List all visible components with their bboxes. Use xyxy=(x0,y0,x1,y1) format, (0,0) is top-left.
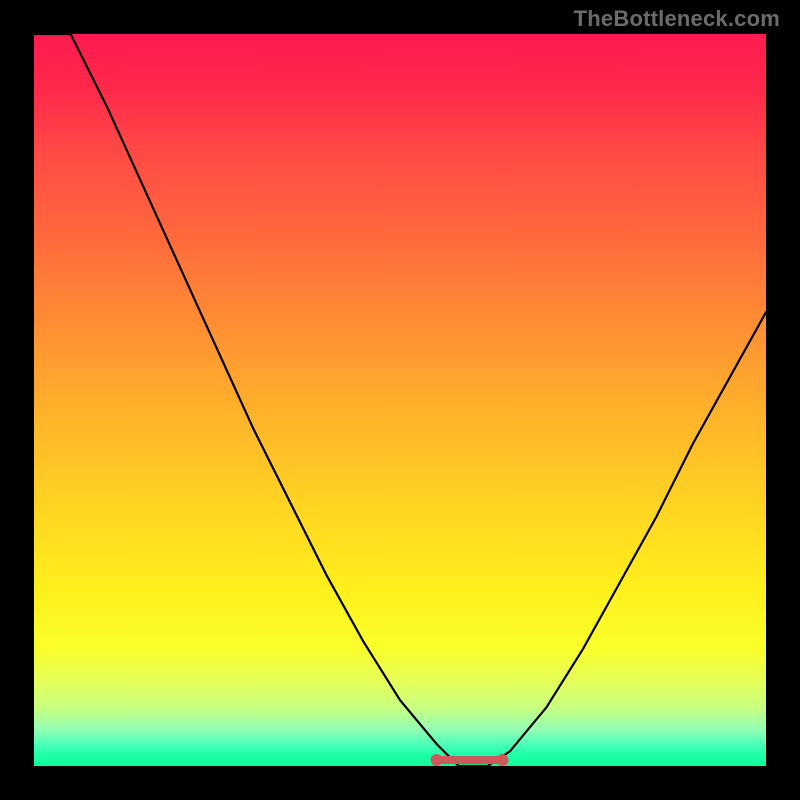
plot-area xyxy=(34,34,766,766)
watermark-text: TheBottleneck.com xyxy=(574,6,780,32)
background-gradient xyxy=(34,34,766,766)
chart-frame: TheBottleneck.com xyxy=(0,0,800,800)
